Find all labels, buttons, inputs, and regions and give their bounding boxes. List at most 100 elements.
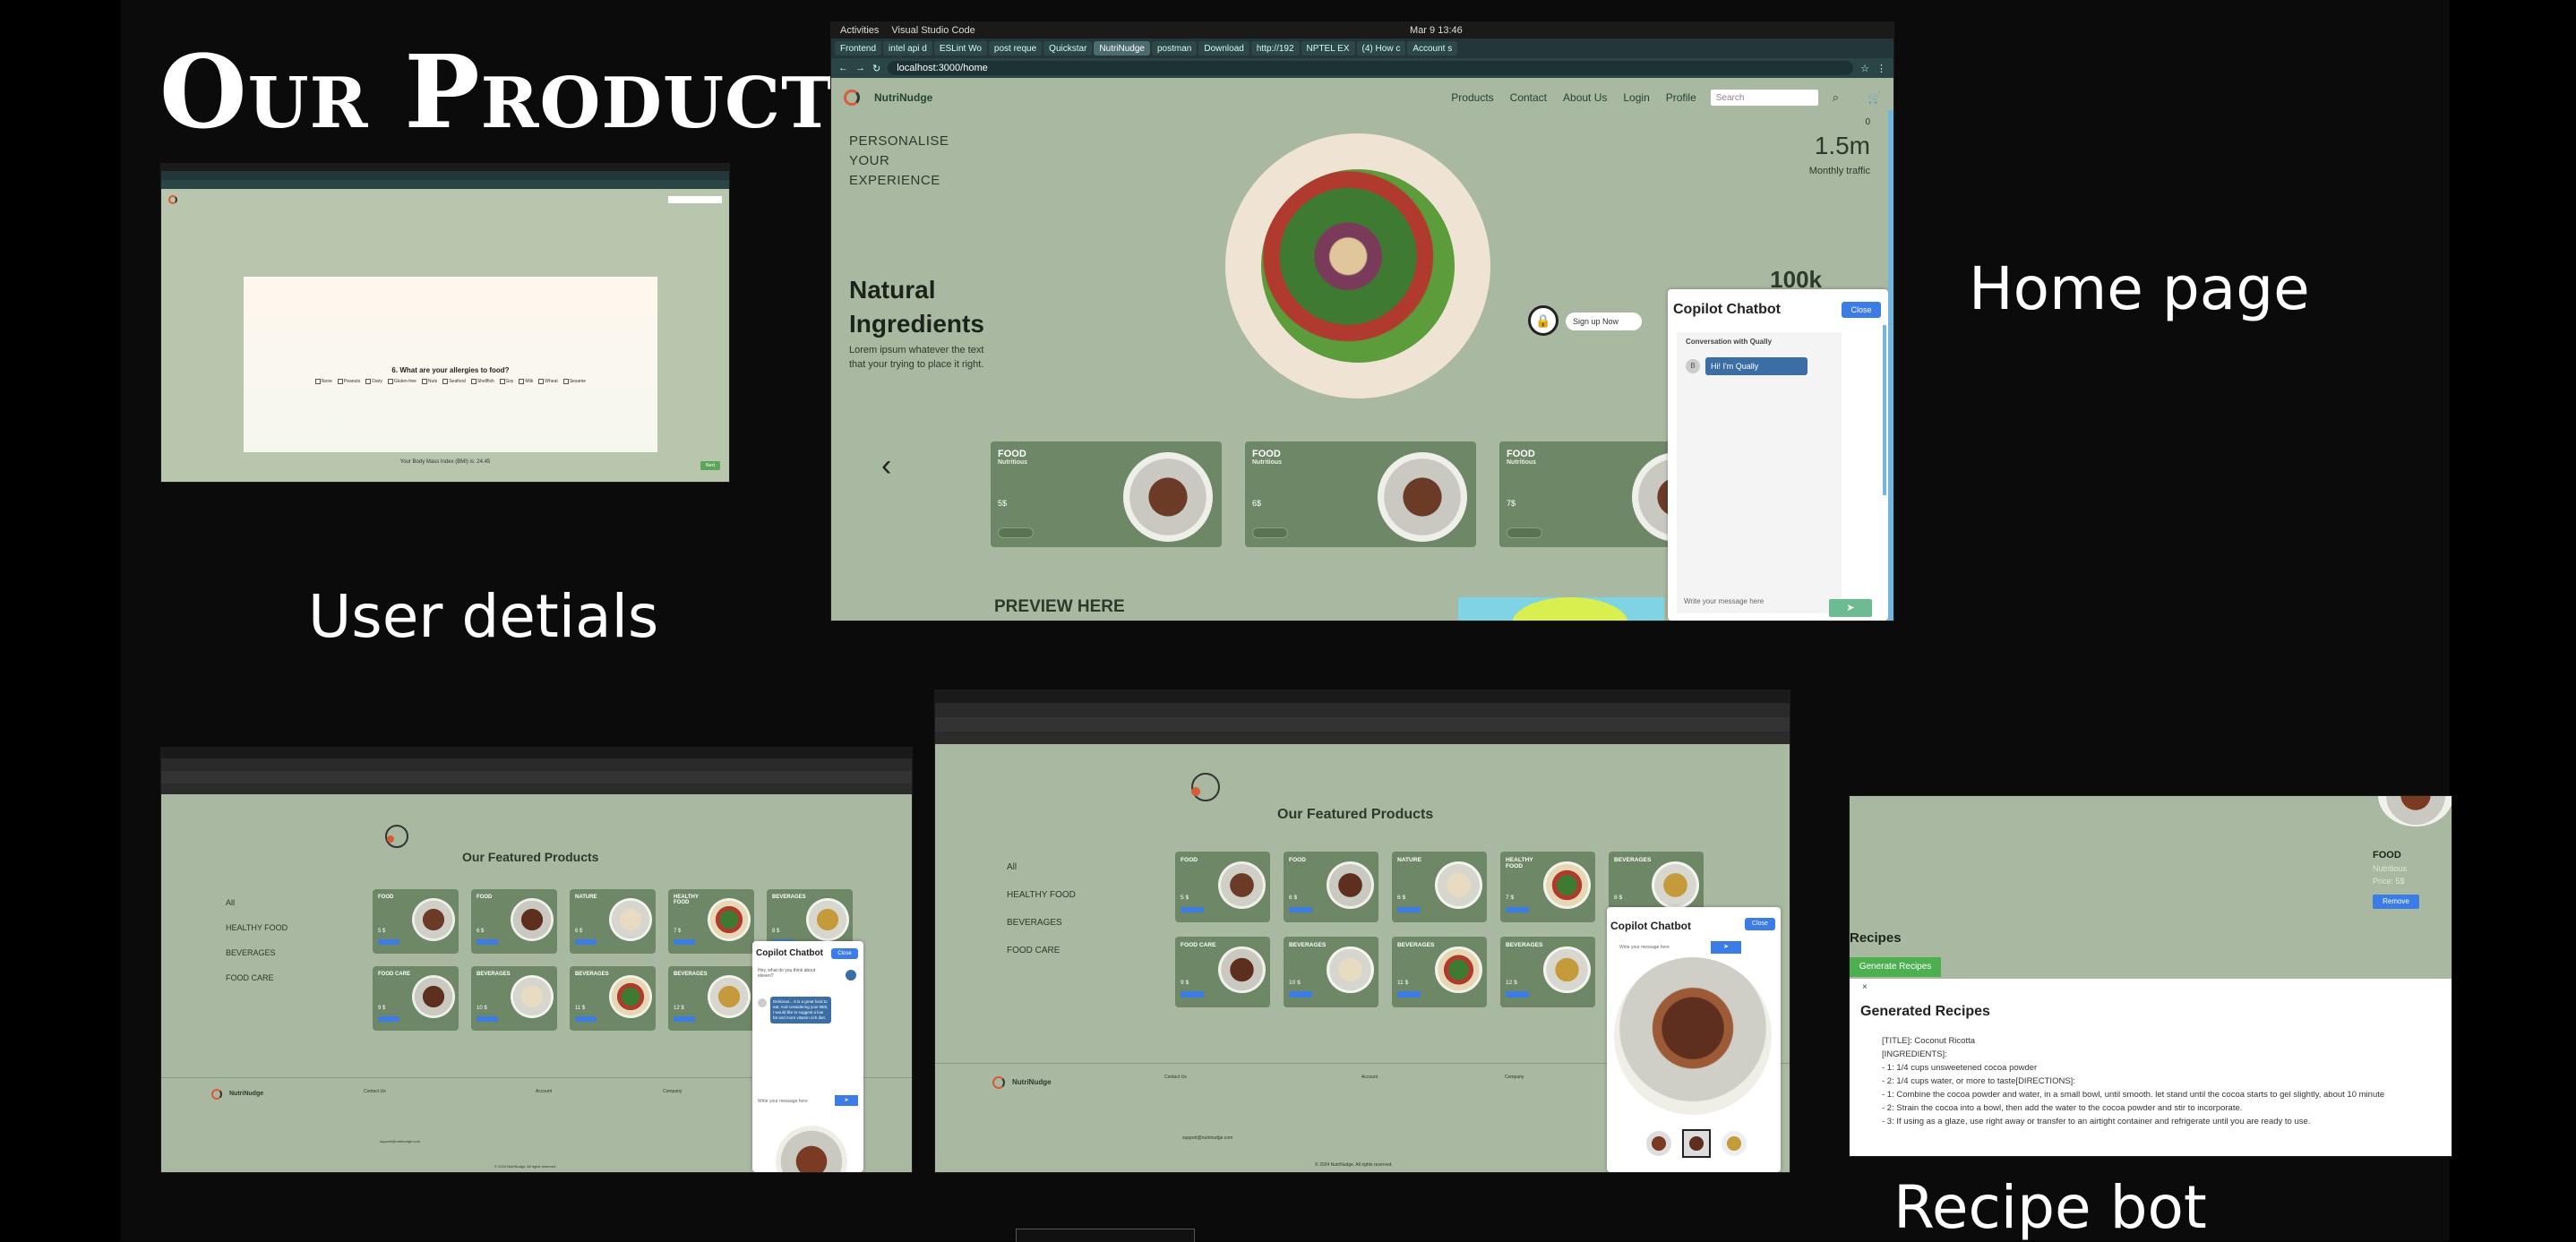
chat-input[interactable]: Write your message here [758,1099,808,1104]
product-card[interactable]: FOOD CARE 9 $ [373,966,459,1031]
product-card[interactable]: NATURE 6 $ [570,889,656,954]
nav-link-profile[interactable]: Profile [1666,91,1696,104]
send-icon[interactable]: ➤ [835,1095,858,1106]
star-icon[interactable]: ☆ [1860,63,1869,74]
product-card[interactable]: NATURE 6 $ [1392,852,1487,923]
add-to-cart-button[interactable] [378,1016,399,1022]
add-to-cart-button[interactable] [1289,906,1313,913]
checkbox-icon[interactable] [519,379,525,384]
checkbox-icon[interactable] [470,379,477,384]
product-card[interactable]: FOOD 6 $ [471,889,557,954]
checkbox-icon[interactable] [314,379,321,384]
add-to-cart-button[interactable] [1181,906,1205,913]
browser-tab[interactable]: post reque [988,41,1043,56]
send-icon[interactable]: ➤ [1711,941,1741,954]
product-button[interactable] [1507,527,1542,538]
product-card[interactable]: FOOD 5 $ [1175,852,1270,923]
allergy-option[interactable]: Shellfish [470,379,494,384]
menu-icon[interactable]: ⋮ [1876,63,1886,74]
send-icon[interactable]: ➤ [1829,599,1872,617]
chatbot-close-button[interactable]: Close [1745,918,1775,930]
browser-tab[interactable]: (4) How c [1356,41,1406,56]
add-to-cart-button[interactable] [575,1016,597,1022]
product-card[interactable]: HEALTHY FOOD 7 $ [1500,852,1595,923]
add-to-cart-button[interactable] [1289,991,1313,998]
nav-link-products[interactable]: Products [1451,91,1493,104]
chatbot-close-button[interactable]: Close [831,948,858,959]
generate-recipes-button[interactable]: Generate Recipes [1850,957,1941,977]
checkbox-icon[interactable] [442,379,449,384]
footer-email[interactable]: support@nutrinudge.com [1182,1135,1232,1141]
checkbox-icon[interactable] [562,379,569,384]
allergy-option[interactable]: Dairy [365,379,382,384]
product-card[interactable]: HEALTHY FOOD 7 $ [668,889,754,954]
browser-tab[interactable]: http://192 [1250,41,1300,56]
allergy-option[interactable]: Peanuts [337,379,360,384]
browser-tab[interactable]: Frontend [835,41,882,56]
category-item[interactable]: All [1007,862,1017,872]
allergy-option[interactable]: Soy [499,379,513,384]
product-card[interactable]: BEVERAGES 10 $ [471,966,557,1031]
reload-icon[interactable]: ↻ [872,63,880,74]
product-card[interactable]: BEVERAGES 12 $ [668,966,754,1031]
remove-button[interactable]: Remove [2373,895,2419,909]
browser-tab[interactable]: NutriNudge [1094,41,1150,56]
category-item[interactable]: HEALTHY FOOD [226,923,288,932]
browser-tab[interactable]: Quickstar [1043,41,1093,56]
browser-tab[interactable]: NPTEL EX [1301,41,1355,56]
slide-nav-bar[interactable] [1016,1229,1195,1242]
product-card[interactable]: FOOD 5 $ [373,889,459,954]
allergy-option[interactable]: Sesame [562,379,586,384]
thumbnail-3[interactable] [1722,1131,1747,1156]
allergy-option[interactable]: Wheat [538,379,558,384]
chat-scrollbar[interactable] [1883,325,1886,495]
product-card[interactable]: FOOD 6 $ [1284,852,1378,923]
product-button[interactable] [998,527,1034,538]
activities-label[interactable]: Activities [840,25,879,36]
checkbox-icon[interactable] [499,379,505,384]
browser-tab[interactable]: Download [1198,41,1249,56]
thumbnail-2[interactable] [1682,1129,1711,1158]
add-to-cart-button[interactable] [1506,906,1530,913]
chatbot-close-button[interactable]: Close [1842,302,1881,318]
chat-input[interactable]: Write your message here [1684,597,1764,605]
product-card[interactable]: BEVERAGES 12 $ [1500,936,1595,1007]
category-item[interactable]: FOOD CARE [226,973,274,982]
product-card[interactable]: FOOD Nutritious 5$ [991,441,1222,547]
close-icon[interactable]: × [1862,982,1868,992]
lock-icon[interactable]: 🔒 [1528,305,1558,336]
product-card[interactable]: BEVERAGES 11 $ [1392,936,1487,1007]
product-card[interactable]: BEVERAGES 11 $ [570,966,656,1031]
nav-link-about-us[interactable]: About Us [1563,91,1607,104]
checkbox-icon[interactable] [337,379,343,384]
checkbox-icon[interactable] [538,379,545,384]
add-to-cart-button[interactable] [1397,906,1421,913]
browser-tab[interactable]: ESLint Wo [933,41,987,56]
product-card[interactable]: BEVERAGES 10 $ [1284,936,1378,1007]
add-to-cart-button[interactable] [378,939,399,945]
forward-icon[interactable]: → [855,63,865,73]
category-item[interactable]: FOOD CARE [1007,946,1060,955]
browser-tab[interactable]: intel api d [883,41,932,56]
browser-tab[interactable]: Account s [1407,41,1458,56]
category-item[interactable]: HEALTHY FOOD [1007,890,1076,900]
product-button[interactable] [1252,527,1288,538]
next-button[interactable]: Next [700,461,720,470]
thumbnail-1[interactable] [1646,1131,1671,1156]
nav-link-login[interactable]: Login [1623,91,1649,104]
brand-name[interactable]: NutriNudge [874,91,932,104]
add-to-cart-button[interactable] [674,1016,695,1022]
back-icon[interactable]: ← [838,63,848,73]
checkbox-icon[interactable] [387,379,393,384]
url-field[interactable]: localhost:3000/home [888,61,1854,75]
add-to-cart-button[interactable] [477,1016,498,1022]
search-input[interactable] [668,196,722,203]
nav-link-contact[interactable]: Contact [1510,91,1547,104]
checkbox-icon[interactable] [365,379,372,384]
page-scrollbar[interactable] [1888,110,1893,621]
allergy-option[interactable]: Nuts [421,379,437,384]
chat-input[interactable]: Write your message here [1619,945,1670,950]
carousel-prev-icon[interactable]: ‹ [881,449,891,484]
browser-tab[interactable]: postman [1152,41,1198,56]
cart-icon[interactable]: 🛒 [1868,91,1881,104]
